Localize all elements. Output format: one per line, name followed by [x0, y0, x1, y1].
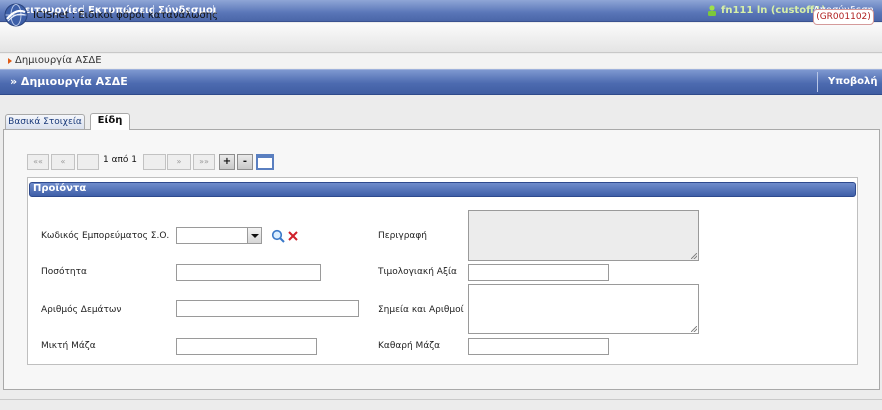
pager-blank: [77, 154, 99, 170]
search-icon[interactable]: [271, 229, 285, 243]
products-title: Προϊόντα: [33, 183, 87, 194]
remove-row-button[interactable]: -: [237, 154, 253, 170]
quantity-label: Ποσότητα: [41, 267, 87, 277]
breadcrumb: [0, 54, 882, 68]
app-header: [0, 23, 882, 53]
product-code-label: Κωδικός Εμπορεύματος Σ.Ο.: [41, 231, 170, 241]
pager-next-button[interactable]: »: [167, 154, 191, 170]
invoice-value-input[interactable]: [468, 264, 609, 281]
pager-info: 1 από 1: [102, 155, 138, 165]
resize-handle[interactable]: [691, 326, 697, 332]
add-row-button[interactable]: +: [219, 154, 235, 170]
quantity-input[interactable]: [176, 264, 321, 281]
page-title: » Δημιουργία ΑΣΔΕ: [10, 75, 128, 88]
marks-numbers-textarea[interactable]: [468, 284, 699, 334]
net-mass-input[interactable]: [468, 338, 609, 355]
gross-mass-input[interactable]: [176, 338, 317, 355]
breadcrumb-item[interactable]: Δημιουργία ΑΣΔΕ: [15, 55, 102, 66]
user-name: fn111 ln (custoff1): [721, 5, 826, 16]
pager-last-button[interactable]: »»: [193, 154, 215, 170]
marks-numbers-label: Σημεία και Αριθμοί: [378, 305, 464, 315]
packages-input[interactable]: [176, 300, 359, 317]
description-textarea[interactable]: [468, 210, 699, 261]
office-code-badge: (GR001102): [813, 9, 874, 25]
description-label: Περιγραφή: [378, 231, 428, 241]
user-icon: [708, 5, 716, 16]
product-code-select[interactable]: [176, 227, 262, 244]
tab-items[interactable]: Είδη: [90, 113, 130, 130]
net-mass-label: Καθαρή Μάζα: [378, 341, 441, 351]
gross-mass-label: Μικτή Μάζα: [41, 341, 96, 351]
tab-basic-details[interactable]: Βασικά Στοιχεία: [5, 114, 85, 129]
section-title-bar: [0, 69, 882, 95]
products-header: [29, 182, 856, 197]
app-title: ICISnet : Ειδικοί φόροι κατανάλωσης: [33, 10, 218, 21]
resize-handle[interactable]: [691, 253, 697, 259]
submit-button[interactable]: Υποβολή: [828, 76, 878, 87]
breadcrumb-arrow-icon: [8, 58, 12, 64]
toolbar-separator: [817, 72, 818, 92]
clear-icon[interactable]: [288, 231, 298, 241]
chevron-down-icon[interactable]: [247, 228, 261, 243]
invoice-value-label: Τιμολογιακή Αξία: [378, 267, 457, 277]
pager-first-button[interactable]: ««: [27, 154, 49, 170]
globe-logo-icon: [4, 3, 28, 27]
divider: [0, 399, 882, 400]
packages-label: Αριθμός Δεμάτων: [41, 305, 122, 315]
grid-view-icon[interactable]: [256, 154, 274, 170]
pager-prev-button[interactable]: «: [51, 154, 75, 170]
pager-blank: [143, 154, 166, 170]
